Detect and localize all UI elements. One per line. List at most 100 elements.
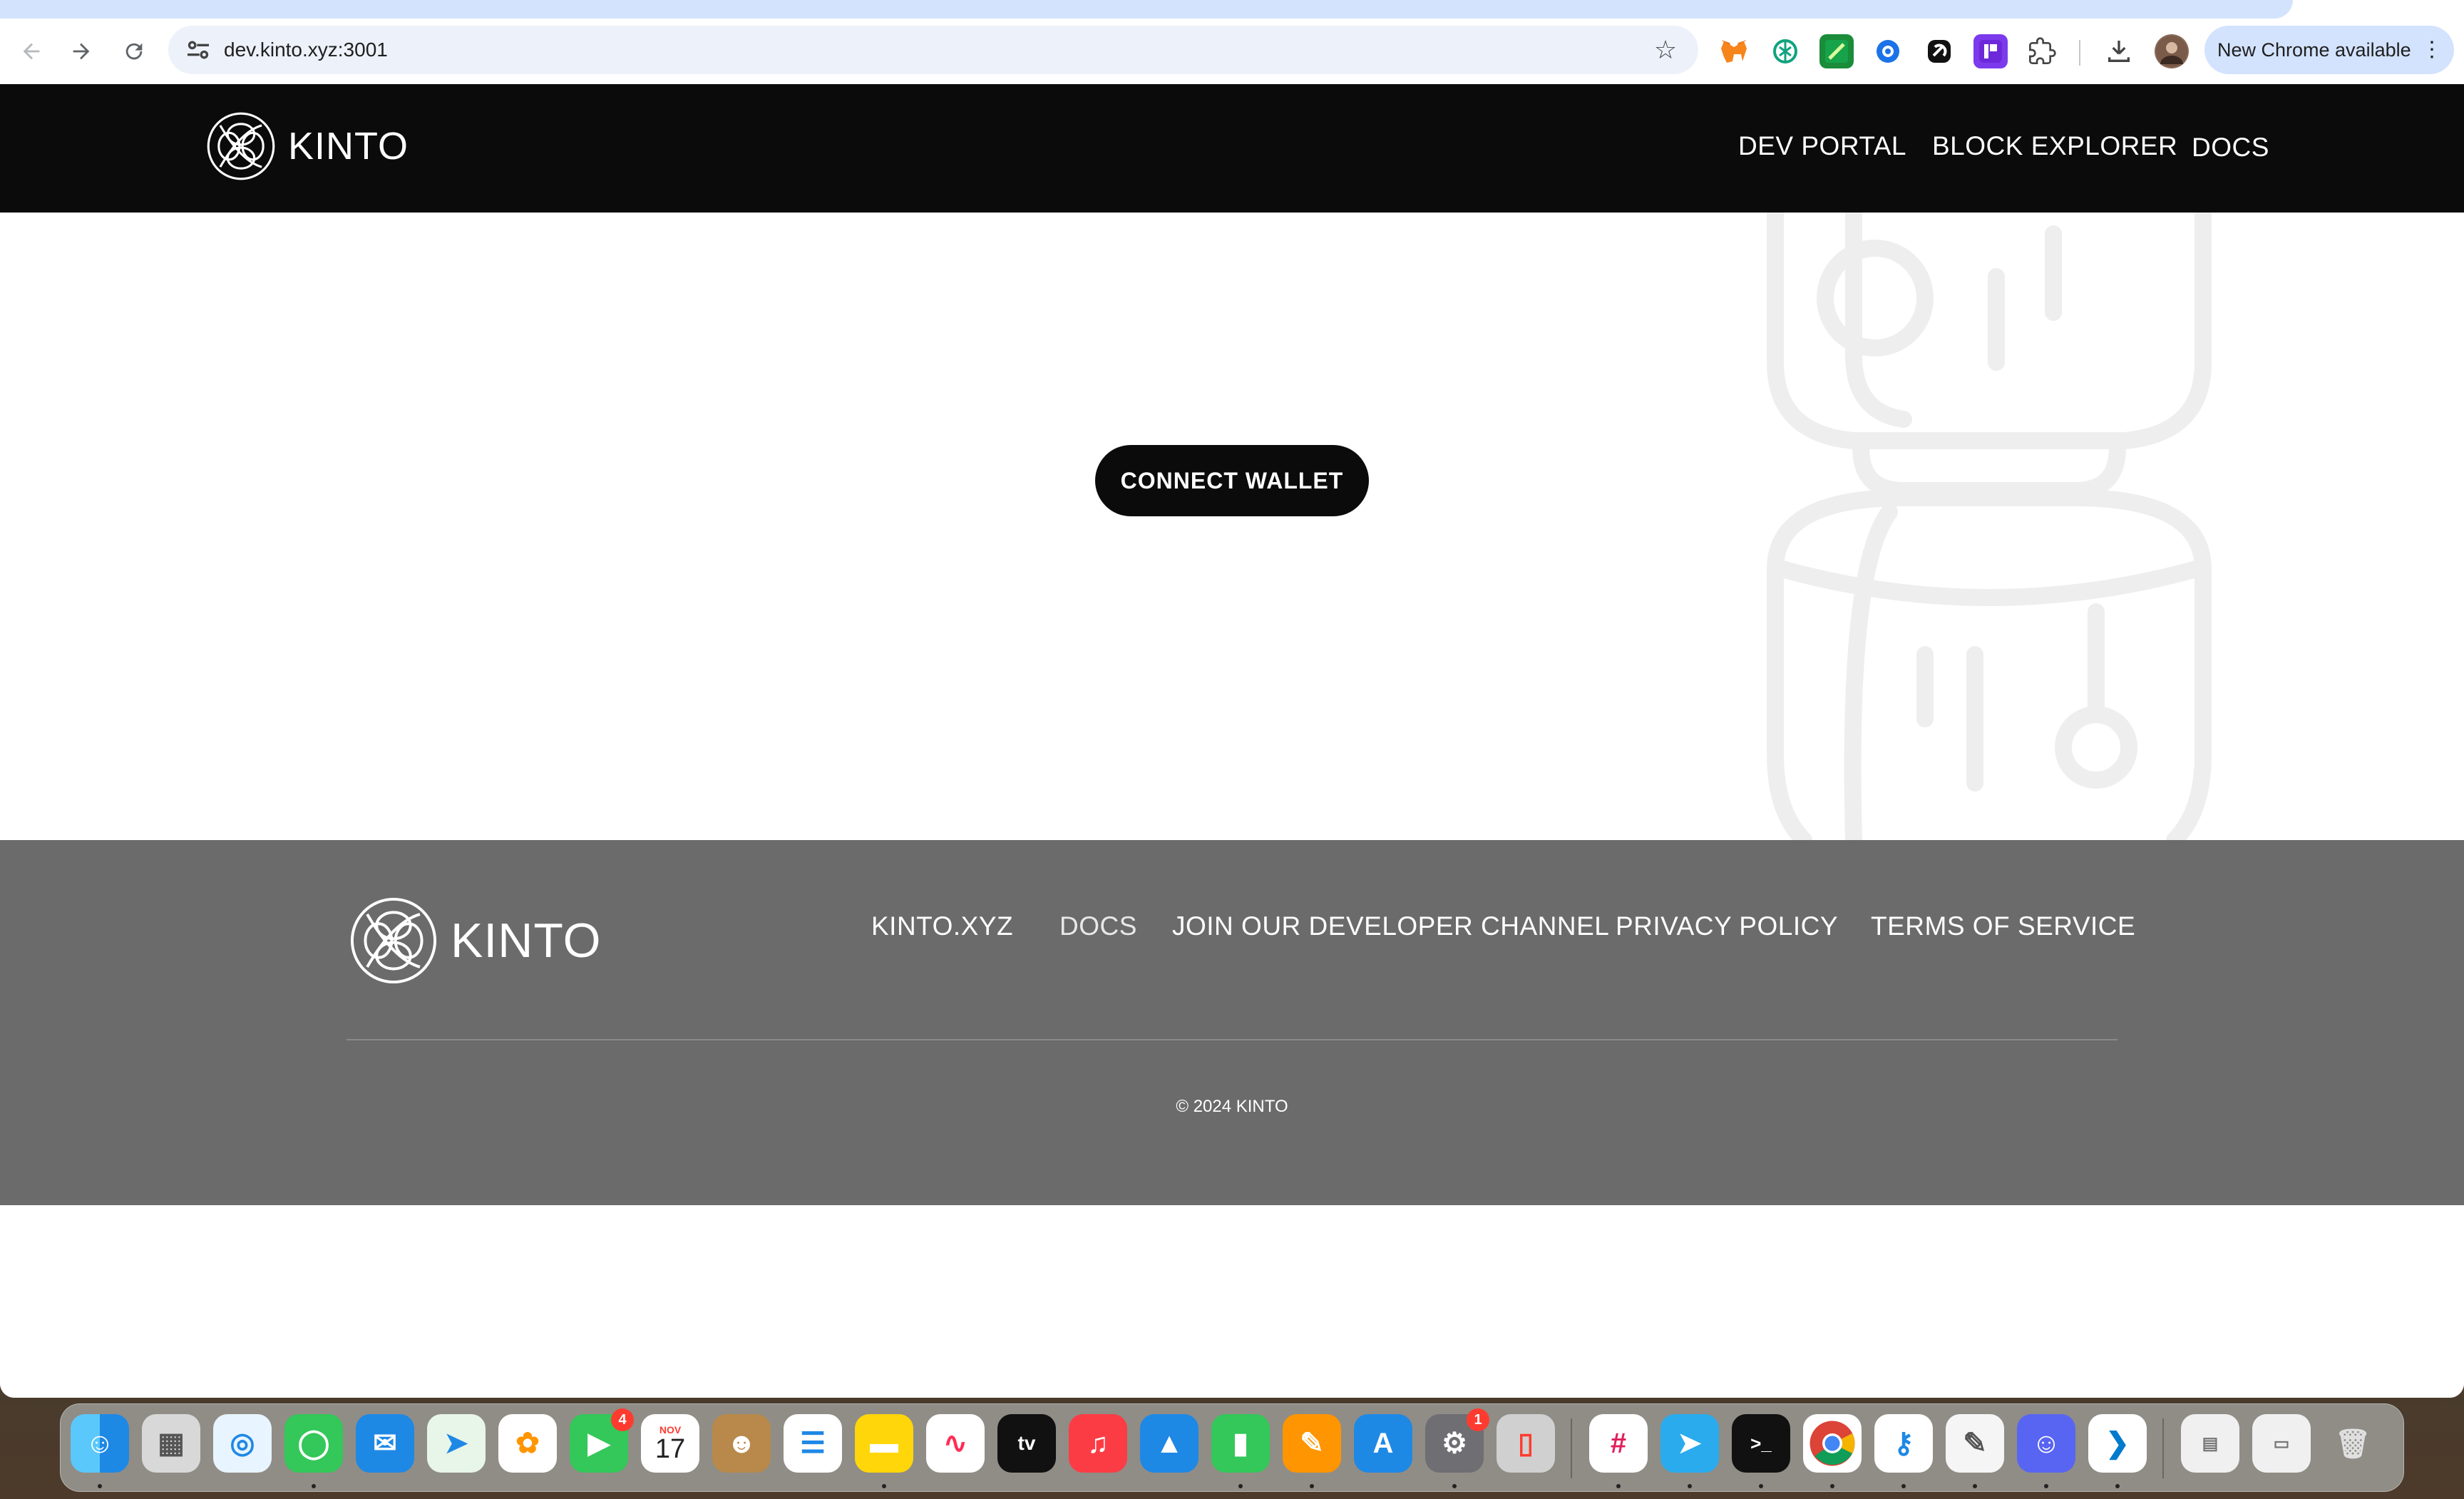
- macos-dock: ☺ ▦ ◎ ◯ ✉ ➤ ✿ ▶ 4 NOV 17 ☻ ☰ ▬ ∿ tv ♫ ▲ …: [60, 1403, 2404, 1492]
- puzzle-icon[interactable]: [2025, 34, 2059, 68]
- iphone-mirroring-icon[interactable]: ▯: [1497, 1414, 1555, 1473]
- document-stack-icon[interactable]: ▤: [2181, 1414, 2239, 1473]
- dock-running-indicator: [2115, 1484, 2120, 1488]
- dock-running-indicator: [882, 1484, 886, 1488]
- tune-icon[interactable]: [184, 36, 212, 64]
- rabby-extension-icon[interactable]: [1922, 34, 1956, 68]
- pages-icon[interactable]: ✎: [1283, 1414, 1341, 1473]
- settings-badge: 1: [1467, 1408, 1489, 1431]
- address-bar[interactable]: dev.kinto.xyz:3001 ☆: [168, 26, 1698, 74]
- reminders-icon[interactable]: ☰: [784, 1414, 842, 1473]
- facetime-badge: 4: [611, 1408, 634, 1431]
- hero-section: CONNECT WALLET: [0, 213, 2464, 840]
- header-logo[interactable]: KINTO: [204, 108, 409, 184]
- copyright-text: © 2024 KINTO: [1176, 1097, 1288, 1116]
- numbers-icon[interactable]: ▮: [1211, 1414, 1270, 1473]
- nav-block-explorer[interactable]: BLOCK EXPLORER: [1932, 131, 2177, 161]
- download-icon[interactable]: [2102, 34, 2136, 68]
- launchpad-icon[interactable]: ▦: [142, 1414, 200, 1473]
- footer-link-kinto-xyz[interactable]: KINTO.XYZ: [871, 911, 1013, 941]
- header-logo-text: KINTO: [288, 125, 409, 168]
- footer-logo-text: KINTO: [451, 914, 602, 968]
- site-header: KINTO DEV PORTAL BLOCK EXPLORER DOCS: [0, 84, 2464, 213]
- arrow-right-icon: [73, 43, 90, 60]
- discord-icon[interactable]: ☺: [2017, 1414, 2075, 1473]
- app-store-icon[interactable]: A: [1354, 1414, 1412, 1473]
- vscode-icon[interactable]: ❯: [2088, 1414, 2147, 1473]
- footer-divider: [346, 1039, 2118, 1040]
- dock-running-indicator: [1688, 1484, 1692, 1488]
- freeform-icon[interactable]: ∿: [926, 1414, 985, 1473]
- nav-docs[interactable]: DOCS: [2192, 133, 2269, 163]
- onepassword-extension-icon[interactable]: [1871, 34, 1905, 68]
- keynote-icon[interactable]: ▲: [1140, 1414, 1198, 1473]
- purple-extension-icon[interactable]: [1973, 34, 2008, 68]
- photos-icon[interactable]: ✿: [498, 1414, 557, 1473]
- forward-button[interactable]: [63, 33, 100, 70]
- screenshots-stack-icon[interactable]: ▭: [2252, 1414, 2311, 1473]
- openai-extension-icon[interactable]: [1768, 34, 1802, 68]
- dock-separator: [1571, 1418, 1572, 1478]
- system-settings-icon[interactable]: ⚙ 1: [1425, 1408, 1489, 1473]
- passwords-icon[interactable]: ⚷: [1874, 1414, 1933, 1473]
- finder-icon[interactable]: ☺: [71, 1414, 129, 1473]
- url-text[interactable]: dev.kinto.xyz:3001: [224, 36, 388, 64]
- browser-window: dev.kinto.xyz:3001 ☆ New Chrome availabl…: [0, 0, 2464, 1398]
- nav-dev-portal[interactable]: DEV PORTAL: [1738, 131, 1906, 161]
- connect-wallet-button[interactable]: CONNECT WALLET: [1095, 445, 1369, 516]
- dock-running-indicator: [1238, 1484, 1243, 1488]
- maps-icon[interactable]: ➤: [427, 1414, 486, 1473]
- dock-running-indicator: [1901, 1484, 1906, 1488]
- music-icon[interactable]: ♫: [1069, 1414, 1127, 1473]
- dock-running-indicator: [312, 1484, 316, 1488]
- trash-icon[interactable]: 🗑: [2324, 1414, 2382, 1473]
- telegram-icon[interactable]: ➤: [1660, 1414, 1719, 1473]
- dock-running-indicator: [98, 1484, 102, 1488]
- reload-button[interactable]: [115, 33, 153, 70]
- dock-running-indicator: [1616, 1484, 1621, 1488]
- kinto-logo-icon: [207, 112, 275, 180]
- reload-icon: [125, 43, 143, 60]
- dock-running-indicator: [2044, 1484, 2048, 1488]
- facetime-icon[interactable]: ▶ 4: [570, 1408, 634, 1473]
- slack-icon[interactable]: #: [1589, 1414, 1648, 1473]
- update-chip-label: New Chrome available: [2217, 39, 2411, 61]
- toolbar-divider: [2079, 40, 2080, 66]
- star-icon[interactable]: ☆: [1650, 34, 1681, 66]
- messages-icon[interactable]: ◯: [284, 1414, 343, 1473]
- metamask-extension-icon[interactable]: [1717, 34, 1751, 68]
- calendar-icon[interactable]: NOV 17: [641, 1414, 699, 1473]
- tab-strip: [0, 0, 2464, 19]
- footer-link-developer-channel[interactable]: JOIN OUR DEVELOPER CHANNEL: [1172, 911, 1609, 941]
- dock-running-indicator: [1830, 1484, 1834, 1488]
- arrow-left-icon: [23, 43, 40, 60]
- more-vert-icon[interactable]: ⋮: [2421, 36, 2443, 64]
- dock-running-indicator: [1452, 1484, 1457, 1488]
- mail-icon[interactable]: ✉: [356, 1414, 414, 1473]
- back-button[interactable]: [13, 33, 50, 70]
- footer-link-docs[interactable]: DOCS: [1059, 911, 1137, 941]
- footer-logo[interactable]: KINTO: [346, 893, 602, 988]
- chrome-icon[interactable]: [1803, 1414, 1862, 1473]
- profile-avatar[interactable]: [2155, 34, 2189, 68]
- dock-separator: [2162, 1418, 2164, 1478]
- footer-link-privacy-policy[interactable]: PRIVACY POLICY: [1616, 911, 1838, 941]
- calendar-day: 17: [654, 1434, 686, 1464]
- active-tab-edge: [2165, 0, 2464, 19]
- page-blank-area: [0, 1205, 2464, 1398]
- site-footer: KINTO KINTO.XYZ DOCS JOIN OUR DEVELOPER …: [0, 840, 2464, 1205]
- apple-tv-label: tv: [1017, 1432, 1036, 1454]
- textedit-icon[interactable]: ✎: [1946, 1414, 2004, 1473]
- kinto-logo-icon: [350, 897, 437, 984]
- apple-tv-icon[interactable]: tv: [997, 1414, 1056, 1473]
- new-chrome-available-chip[interactable]: New Chrome available ⋮: [2204, 26, 2454, 74]
- wallet-extension-icon[interactable]: [1819, 34, 1854, 68]
- robot-illustration: [1767, 213, 2212, 840]
- browser-toolbar: dev.kinto.xyz:3001 ☆ New Chrome availabl…: [0, 19, 2464, 84]
- safari-icon[interactable]: ◎: [213, 1414, 272, 1473]
- footer-link-terms-of-service[interactable]: TERMS OF SERVICE: [1871, 911, 2135, 941]
- contacts-icon[interactable]: ☻: [712, 1414, 771, 1473]
- dock-running-indicator: [1759, 1484, 1763, 1488]
- terminal-icon[interactable]: >_: [1732, 1414, 1790, 1473]
- notes-icon[interactable]: ▬: [855, 1414, 913, 1473]
